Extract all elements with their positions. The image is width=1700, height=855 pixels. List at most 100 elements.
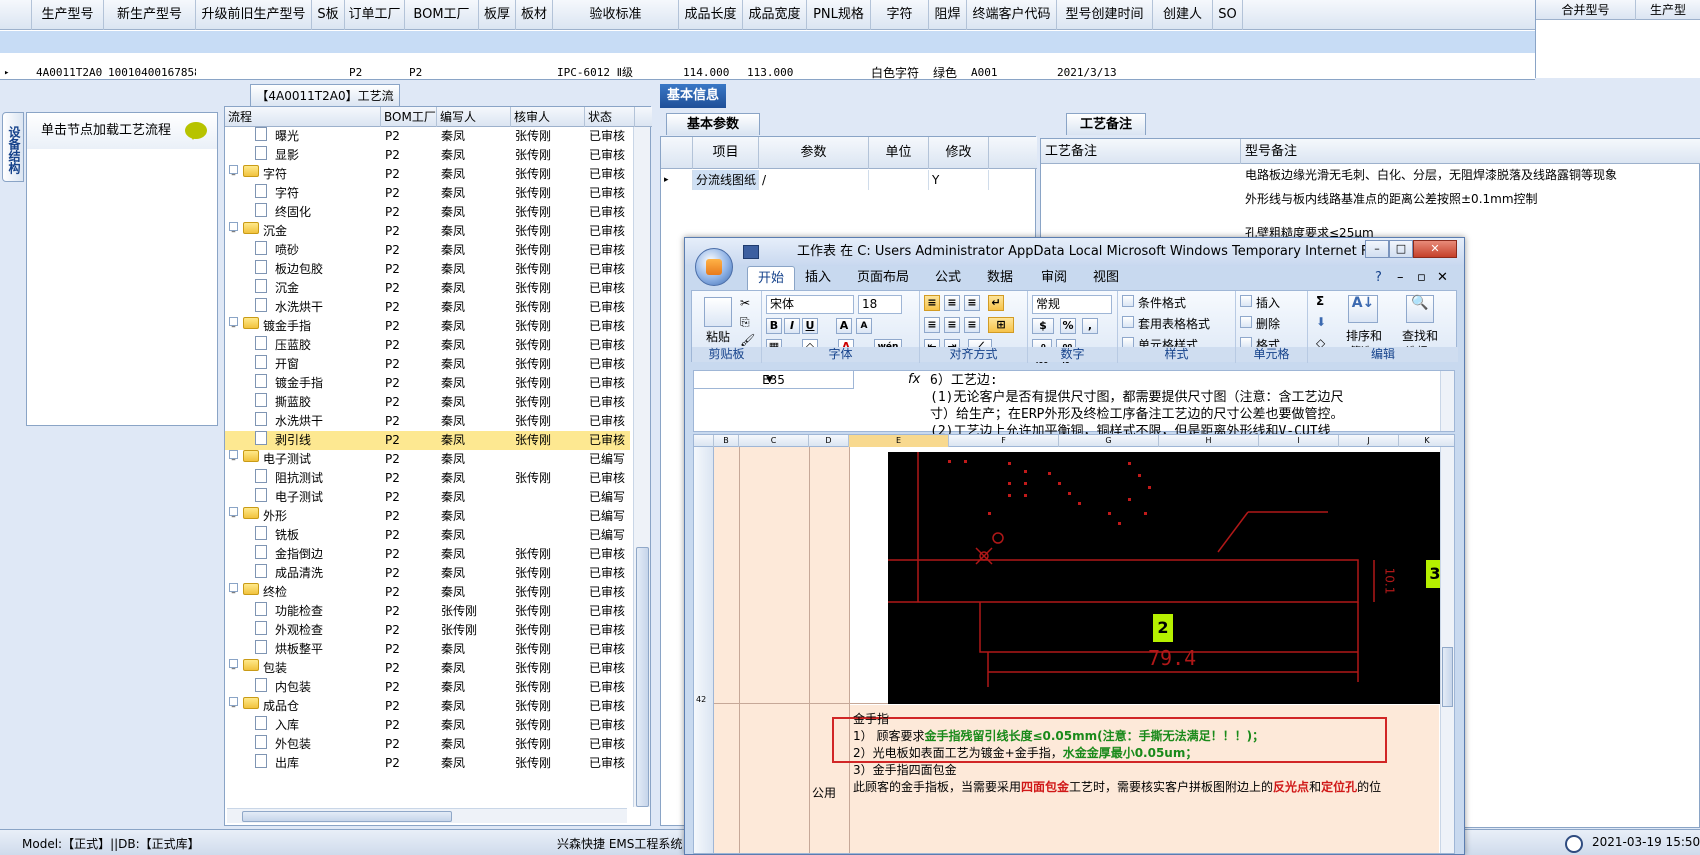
scroll-thumb[interactable] <box>636 547 649 807</box>
tree-vertical-scrollbar[interactable] <box>633 127 650 807</box>
cell-public[interactable]: 公用 <box>812 785 836 802</box>
align-right-icon[interactable]: ≡ <box>964 317 980 333</box>
tab-data[interactable]: 数据 <box>987 266 1013 290</box>
note-line-1[interactable]: 1） 顾客要求金手指残留引线长度≤0.05mm(注意：手撕无法满足！！！)； <box>853 728 1264 745</box>
align-center-icon[interactable]: ≡ <box>944 317 960 333</box>
col-header[interactable]: 字符 <box>871 0 929 30</box>
tree-row[interactable]: – 字符 P2 秦凤 张传刚 已审核 <box>225 165 630 184</box>
col-header[interactable]: 修改 <box>929 137 989 169</box>
tree-row[interactable]: 外包装 P2 秦凤 张传刚 已审核 <box>225 735 630 754</box>
col-header[interactable]: 核审人 <box>511 107 585 127</box>
col-header[interactable]: 生产型号 <box>32 0 104 30</box>
scroll-thumb[interactable] <box>1442 647 1453 707</box>
format-painter-icon[interactable]: 🖌 <box>740 333 755 347</box>
col-header[interactable]: F <box>949 435 1059 447</box>
tree-row[interactable]: – 终检 P2 秦凤 张传刚 已审核 <box>225 583 630 602</box>
col-header[interactable]: 订单工厂 <box>345 0 405 30</box>
collapse-toggle-icon[interactable]: – <box>229 317 238 332</box>
percent-icon[interactable]: % <box>1060 318 1076 334</box>
number-format-select[interactable]: 常规 <box>1032 295 1112 314</box>
comma-icon[interactable]: , <box>1082 318 1098 334</box>
col-header[interactable]: 编写人 <box>437 107 511 127</box>
tree-row[interactable]: 阻抗测试 P2 秦凤 张传刚 已审核 <box>225 469 630 488</box>
conditional-format-button[interactable]: 条件格式 <box>1138 294 1186 311</box>
table-row[interactable]: ▸ 4A0011T2A0 10010400167858 P2 P2 IPC-60… <box>0 31 1535 80</box>
col-header[interactable]: 创建人 <box>1153 0 1213 30</box>
col-header[interactable]: 板厚 <box>479 0 516 30</box>
ribbon-restore-icon[interactable]: ▫ <box>1417 266 1426 290</box>
ribbon-minimize-icon[interactable]: – <box>1397 266 1404 290</box>
note-line-4[interactable]: 此顾客的金手指板，当需要采用四面包金工艺时，需要核实客户拼板图附边上的反光点和定… <box>853 779 1381 796</box>
sort-button-line1[interactable]: 排序和 <box>1346 327 1382 344</box>
tree-row[interactable]: 水洗烘干 P2 秦凤 张传刚 已审核 <box>225 298 630 317</box>
tab-process-notes[interactable]: 工艺备注 <box>1066 113 1146 135</box>
formula-scrollbar[interactable] <box>1440 371 1454 431</box>
note-line-3[interactable]: 3）金手指四面包金 <box>853 762 957 779</box>
underline-icon[interactable]: U <box>802 318 818 334</box>
delete-cells-icon[interactable] <box>1240 316 1252 328</box>
tree-row[interactable]: 曝光 P2 秦凤 张传刚 已审核 <box>225 127 630 146</box>
table-row[interactable]: ▸ 分流线图纸 / Y <box>661 170 1037 190</box>
tree-row[interactable]: 剥引线 P2 秦凤 张传刚 已审核 <box>225 431 630 450</box>
col-header[interactable]: 成品长度 <box>679 0 743 30</box>
select-all-corner[interactable] <box>694 435 714 447</box>
maximize-button[interactable]: □ <box>1389 240 1413 258</box>
col-header[interactable]: I <box>1259 435 1339 447</box>
paste-icon[interactable] <box>704 297 732 327</box>
tree-row[interactable]: 水洗烘干 P2 秦凤 张传刚 已审核 <box>225 412 630 431</box>
ribbon-close-icon[interactable]: ✕ <box>1437 266 1448 290</box>
tab-basic-info[interactable]: 基本信息 <box>660 84 726 108</box>
tree-row[interactable]: 板边包胶 P2 秦凤 张传刚 已审核 <box>225 260 630 279</box>
collapse-toggle-icon[interactable]: – <box>229 697 238 712</box>
tab-review[interactable]: 审阅 <box>1041 266 1067 290</box>
insert-cells-button[interactable]: 插入 <box>1256 294 1280 311</box>
sheet-vertical-scrollbar[interactable] <box>1440 447 1454 853</box>
tree-row[interactable]: 烘板整平 P2 秦凤 张传刚 已审核 <box>225 640 630 659</box>
col-header[interactable]: G <box>1059 435 1159 447</box>
collapse-toggle-icon[interactable]: – <box>229 450 238 465</box>
col-header[interactable]: K <box>1399 435 1454 447</box>
collapse-toggle-icon[interactable]: – <box>229 222 238 237</box>
row-number[interactable]: 42 <box>696 695 706 704</box>
col-header[interactable]: 工艺备注 <box>1041 139 1241 164</box>
tree-row[interactable]: 铣板 P2 秦凤 已编写 <box>225 526 630 545</box>
conditional-format-icon[interactable] <box>1122 295 1134 307</box>
note-line-2[interactable]: 2）光电板如表面工艺为镀金+金手指，水金金厚最小0.05um； <box>853 745 1197 762</box>
collapse-toggle-icon[interactable]: – <box>229 659 238 674</box>
close-button[interactable]: ✕ <box>1413 240 1457 258</box>
col-header[interactable]: 合并型号 <box>1536 0 1636 20</box>
binoculars-icon[interactable]: 🔍 <box>1406 295 1434 323</box>
tree-row[interactable]: 镀金手指 P2 秦凤 张传刚 已审核 <box>225 374 630 393</box>
tree-row[interactable]: 入库 P2 秦凤 张传刚 已审核 <box>225 716 630 735</box>
minimize-button[interactable]: – <box>1365 240 1389 258</box>
col-header[interactable]: J <box>1339 435 1399 447</box>
insert-cells-icon[interactable] <box>1240 295 1252 307</box>
tab-page-layout[interactable]: 页面布局 <box>857 266 909 290</box>
italic-icon[interactable]: I <box>784 318 800 334</box>
col-header[interactable]: 参数 <box>759 137 869 169</box>
cell-modify[interactable]: Y <box>929 170 989 190</box>
wrap-text-icon[interactable]: ↵ <box>988 295 1004 311</box>
tab-home[interactable]: 开始 <box>747 266 796 290</box>
tree-row[interactable]: – 沉金 P2 秦凤 张传刚 已审核 <box>225 222 630 241</box>
merge-center-icon[interactable]: ⊞ <box>988 317 1014 333</box>
help-icon[interactable]: ? <box>1375 266 1382 290</box>
col-header[interactable]: 成品宽度 <box>743 0 807 30</box>
col-header[interactable]: 流程 <box>225 107 381 127</box>
chevron-down-icon[interactable]: ▼ <box>766 371 773 389</box>
font-size-select[interactable]: 18 <box>858 295 902 314</box>
font-name-select[interactable]: 宋体 <box>766 295 854 314</box>
tree-row[interactable]: – 外形 P2 秦凤 已编写 <box>225 507 630 526</box>
sort-filter-icon[interactable]: A↓ <box>1348 295 1378 323</box>
tree-row[interactable]: 电子测试 P2 秦凤 已编写 <box>225 488 630 507</box>
tree-row[interactable]: 内包装 P2 秦凤 张传刚 已审核 <box>225 678 630 697</box>
find-button-line1[interactable]: 查找和 <box>1402 327 1438 344</box>
col-header[interactable]: D <box>809 435 849 447</box>
col-header[interactable]: 型号创建时间 <box>1057 0 1153 30</box>
tree-row[interactable]: 终固化 P2 秦凤 张传刚 已审核 <box>225 203 630 222</box>
col-header[interactable]: SO <box>1213 0 1243 30</box>
col-header[interactable]: 生产型 <box>1636 0 1700 20</box>
paste-label[interactable]: 粘贴 <box>706 328 730 345</box>
col-header[interactable]: 单位 <box>869 137 929 169</box>
tree-horizontal-scrollbar[interactable] <box>227 808 627 823</box>
